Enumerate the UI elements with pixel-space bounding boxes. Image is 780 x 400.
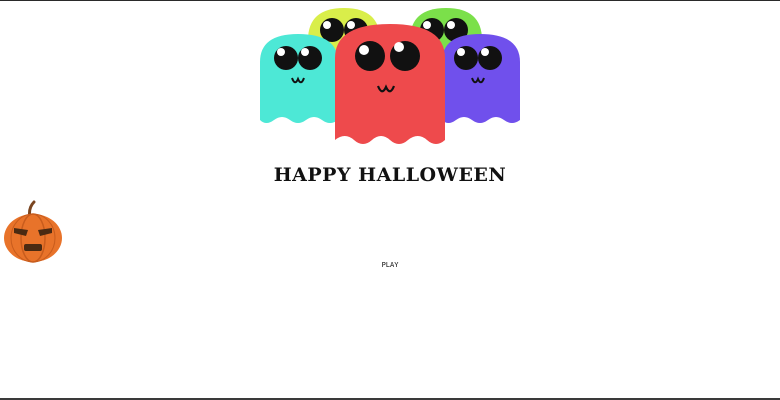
pumpkin-icon[interactable]: [0, 200, 66, 266]
purple-ghost-icon: [442, 34, 520, 123]
ghosts-illustration: [260, 8, 520, 144]
pumpkin-illustration: [4, 200, 62, 263]
ghost-group: [250, 0, 530, 160]
red-ghost-icon: [335, 24, 445, 144]
page-title: HAPPY HALLOWEEN: [273, 164, 507, 186]
cyan-ghost-icon: [260, 34, 338, 123]
play-button[interactable]: PLAY: [370, 258, 410, 272]
